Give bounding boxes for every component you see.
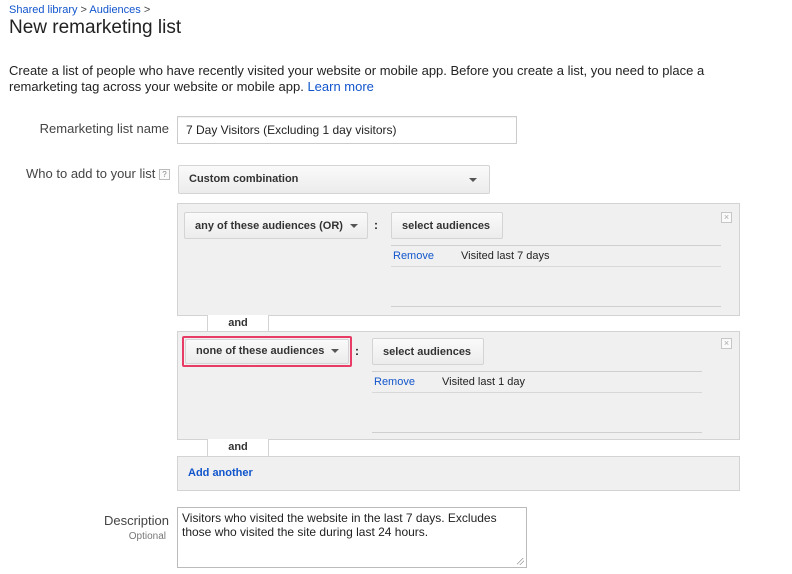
- breadcrumb-separator: >: [77, 4, 90, 16]
- remove-audience-link[interactable]: Remove: [374, 376, 415, 388]
- chevron-down-icon: [469, 178, 477, 182]
- who-to-add-select-value: Custom combination: [189, 173, 299, 185]
- chevron-down-icon: [350, 224, 358, 229]
- breadcrumb: Shared library > Audiences >: [9, 4, 150, 16]
- add-another-link[interactable]: Add another: [188, 467, 253, 479]
- rule-operator-value: none of these audiences: [196, 345, 325, 357]
- learn-more-link[interactable]: Learn more: [307, 79, 373, 94]
- description-textarea[interactable]: Visitors who visited the website in the …: [177, 507, 527, 568]
- list-name-label: Remarketing list name: [39, 121, 169, 136]
- description-label: Description: [103, 513, 169, 528]
- rule-colon: :: [355, 344, 359, 358]
- list-item: Remove Visited last 7 days: [391, 246, 721, 267]
- resize-grip-icon[interactable]: [517, 558, 524, 565]
- description-value: Visitors who visited the website in the …: [182, 511, 497, 539]
- audience-list: Remove Visited last 7 days: [391, 245, 721, 307]
- add-another-panel: [177, 456, 740, 491]
- description-optional: Optional: [128, 531, 166, 542]
- close-icon[interactable]: ×: [721, 338, 732, 349]
- rule-operator-select[interactable]: none of these audiences: [185, 339, 349, 364]
- audience-name: Visited last 1 day: [442, 376, 525, 388]
- and-connector: and: [207, 315, 269, 332]
- rule-colon: :: [374, 218, 378, 232]
- select-audiences-button[interactable]: select audiences: [372, 338, 484, 365]
- who-to-add-text: Who to add to your list: [26, 166, 156, 181]
- list-item: Remove Visited last 1 day: [372, 372, 702, 393]
- intro-text: Create a list of people who have recentl…: [9, 63, 769, 94]
- rule-operator-value: any of these audiences (OR): [195, 220, 343, 232]
- remove-audience-link[interactable]: Remove: [393, 250, 434, 262]
- audience-name: Visited last 7 days: [461, 250, 550, 262]
- who-to-add-label: Who to add to your list ?: [0, 166, 170, 181]
- help-icon[interactable]: ?: [159, 169, 170, 180]
- who-to-add-select[interactable]: Custom combination: [178, 165, 490, 194]
- page-title: New remarketing list: [9, 17, 182, 38]
- chevron-down-icon: [331, 349, 340, 354]
- breadcrumb-separator: >: [140, 4, 151, 16]
- list-name-input[interactable]: 7 Day Visitors (Excluding 1 day visitors…: [177, 116, 517, 144]
- breadcrumb-shared-library[interactable]: Shared library: [9, 4, 77, 16]
- select-audiences-button[interactable]: select audiences: [391, 212, 503, 239]
- audience-list: Remove Visited last 1 day: [372, 371, 702, 433]
- breadcrumb-audiences[interactable]: Audiences: [89, 4, 140, 16]
- close-icon[interactable]: ×: [721, 212, 732, 223]
- rule-operator-select[interactable]: any of these audiences (OR): [184, 212, 368, 239]
- and-connector: and: [207, 439, 269, 456]
